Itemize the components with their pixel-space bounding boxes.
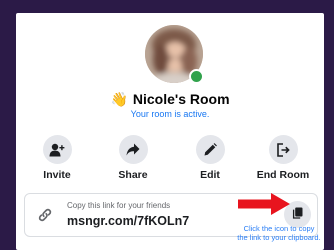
share-arrow-icon <box>118 135 148 164</box>
end-room-label: End Room <box>256 169 310 181</box>
edit-label: Edit <box>200 169 220 181</box>
link-icon <box>37 207 53 223</box>
edit-button[interactable]: Edit <box>173 135 247 185</box>
action-bar: Invite Share Edit End Room <box>16 135 324 185</box>
end-room-button[interactable]: End Room <box>246 135 320 185</box>
add-person-icon <box>42 135 72 164</box>
copy-icon <box>292 206 303 224</box>
invite-button[interactable]: Invite <box>20 135 94 185</box>
room-title-text: Nicole's Room <box>132 91 230 107</box>
red-arrow-annotation <box>238 193 290 215</box>
share-label: Share <box>118 169 148 181</box>
copy-instruction-line-1: Click the icon to copy <box>243 224 315 233</box>
avatar <box>145 25 204 84</box>
invite-label: Invite <box>43 169 71 181</box>
online-status-dot <box>189 69 204 84</box>
share-button[interactable]: Share <box>96 135 170 185</box>
room-link-url[interactable]: msngr.com/7fKOLn7 <box>67 214 189 228</box>
pencil-icon <box>195 135 225 164</box>
waving-hand-emoji: 👋 <box>110 91 128 107</box>
exit-door-icon <box>268 135 298 164</box>
room-status: Your room is active. <box>130 109 210 119</box>
room-title: 👋 Nicole's Room <box>16 91 324 108</box>
link-hint: Copy this link for your friends <box>67 201 171 210</box>
copy-instruction-note: Click the icon to copy the link to your … <box>228 224 330 242</box>
copy-instruction-line-2: the link to your clipboard. <box>237 233 321 242</box>
